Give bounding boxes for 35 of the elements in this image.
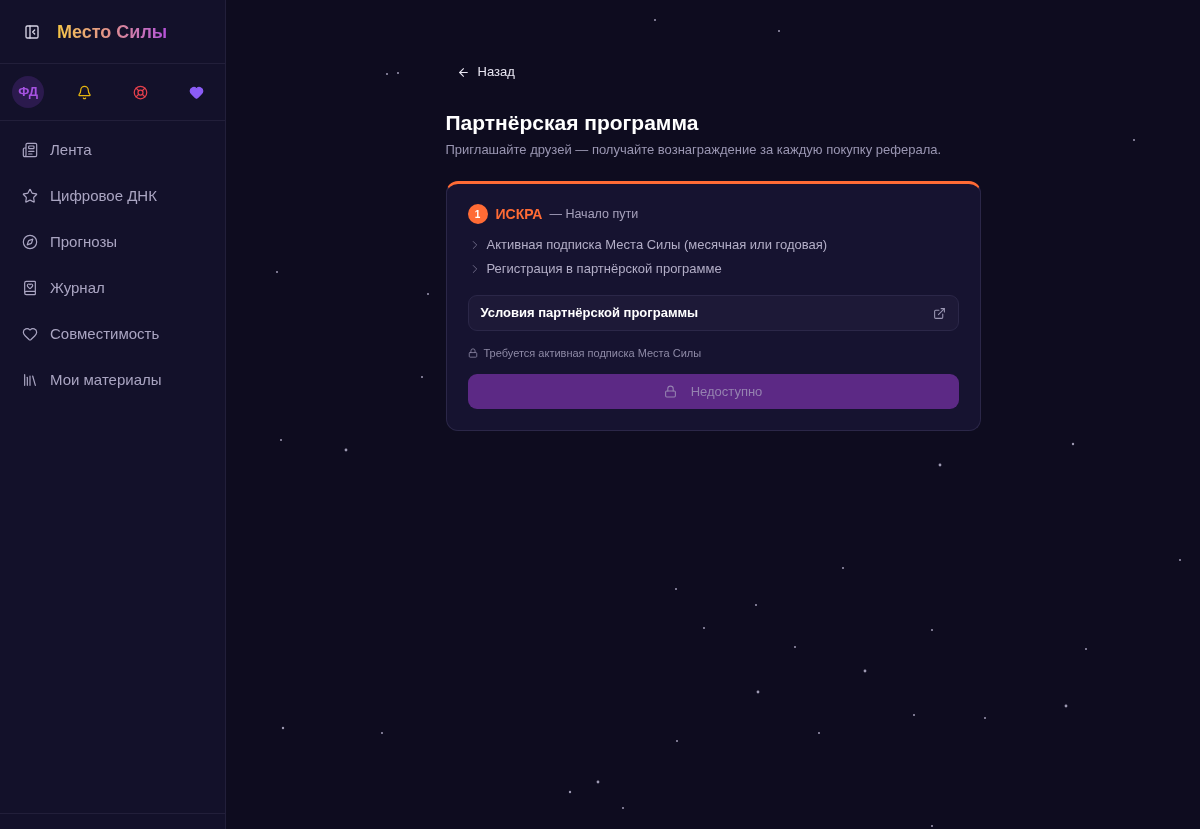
notice-text: Требуется активная подписка Места Силы (483, 345, 702, 361)
nav-item[interactable]: Цифровое ДНК (0, 173, 225, 219)
page-subtitle: Приглашайте друзей — получайте вознаграждение за каждую покупку реферала. (445, 141, 943, 159)
support-button[interactable] (132, 84, 149, 100)
nav-item[interactable]: Журнал (0, 265, 225, 311)
arrow-left-icon (456, 65, 470, 79)
lock-icon (467, 348, 478, 358)
nav-item[interactable]: Прогнозы (0, 219, 225, 265)
lock-icon (663, 385, 677, 398)
notifications-button[interactable] (76, 84, 93, 100)
page-title: Партнёрская программа (445, 110, 700, 136)
terms-link[interactable]: Условия партнёрской программы (467, 295, 959, 331)
tier-number-badge: 1 (467, 204, 488, 224)
nav-item[interactable]: Мои материалы (0, 357, 225, 403)
nav-item[interactable]: Совместимость (0, 311, 225, 357)
tier-tagline: — Начало пути (549, 205, 639, 223)
avatar-button[interactable]: ФД (12, 76, 45, 108)
heart-icon (189, 84, 205, 100)
panel-collapse-icon (24, 23, 40, 40)
lifebuoy-icon (133, 84, 149, 100)
star-icon (22, 188, 38, 204)
requirement-text: Активная подписка Места Силы (месячная или годовая) (486, 236, 828, 255)
compass-icon (22, 234, 38, 250)
library-icon (22, 372, 38, 388)
external-link-icon (932, 306, 946, 320)
heart-icon (22, 326, 38, 342)
nav-item[interactable]: Лента (0, 127, 225, 173)
newspaper-icon (22, 142, 38, 158)
collapse-sidebar-button[interactable] (24, 23, 40, 40)
tier-name: ИСКРА (495, 204, 543, 224)
requirement-text: Регистрация в партнёрской программе (486, 260, 722, 279)
back-link[interactable]: Назад (445, 58, 519, 86)
favorites-button[interactable] (188, 84, 205, 100)
book-heart-icon (22, 280, 38, 296)
bell-icon (76, 84, 92, 100)
